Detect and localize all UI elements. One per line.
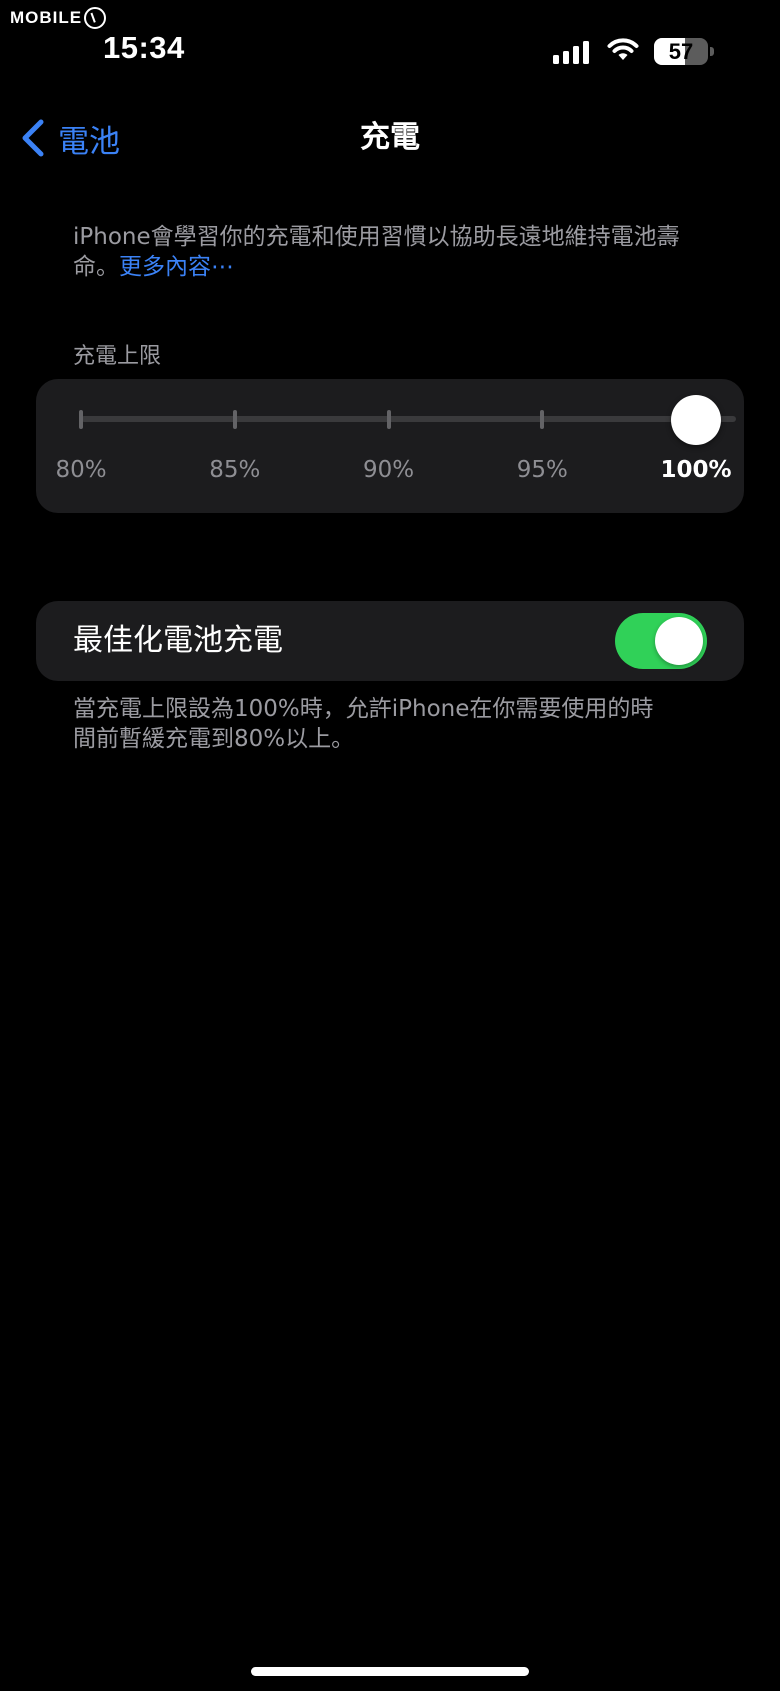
page-title: 充電 [360,120,420,155]
home-indicator[interactable] [251,1667,529,1676]
wifi-icon [607,38,639,60]
battery-tip [710,47,714,56]
cellular-signal-icon [553,40,589,64]
optimized-charging-label: 最佳化電池充電 [73,623,283,658]
optimized-charging-row: 最佳化電池充電 [36,601,744,681]
charge-limit-header: 充電上限 [73,344,162,369]
slider-option-label[interactable]: 80% [21,457,141,483]
slider-thumb[interactable] [671,395,721,445]
watermark-emblem-icon [84,7,107,29]
slider-tick [79,410,83,429]
more-info-link[interactable]: 更多內容⋯ [119,254,234,280]
slider-tick [232,410,237,429]
battery-percent: 57 [668,39,694,64]
slider-option-label[interactable]: 85% [175,457,295,483]
watermark-text: MOBILE [10,8,83,27]
intro-description: iPhone會學習你的充電和使用習慣以協助長遠地維持電池壽命。更多內容⋯ [73,222,713,282]
slider-option-label[interactable]: 95% [482,457,602,483]
slider-tick [386,410,391,429]
status-time: 15:34 [103,30,185,65]
slider-option-label[interactable]: 100% [636,457,756,483]
slider-track[interactable] [81,416,736,422]
toggle-knob [655,617,703,665]
optimized-charging-toggle[interactable] [615,613,707,669]
charge-limit-slider[interactable]: 80% 85% 90% 95% 100% [36,379,744,513]
slider-tick [540,410,545,429]
watermark-logo: MOBILE [10,6,107,30]
optimized-charging-footnote: 當充電上限設為100%時，允許iPhone在你需要使用的時間前暫緩充電到80%以… [73,696,654,752]
slider-option-label[interactable]: 90% [329,457,449,483]
battery-icon: 57 [654,38,708,65]
